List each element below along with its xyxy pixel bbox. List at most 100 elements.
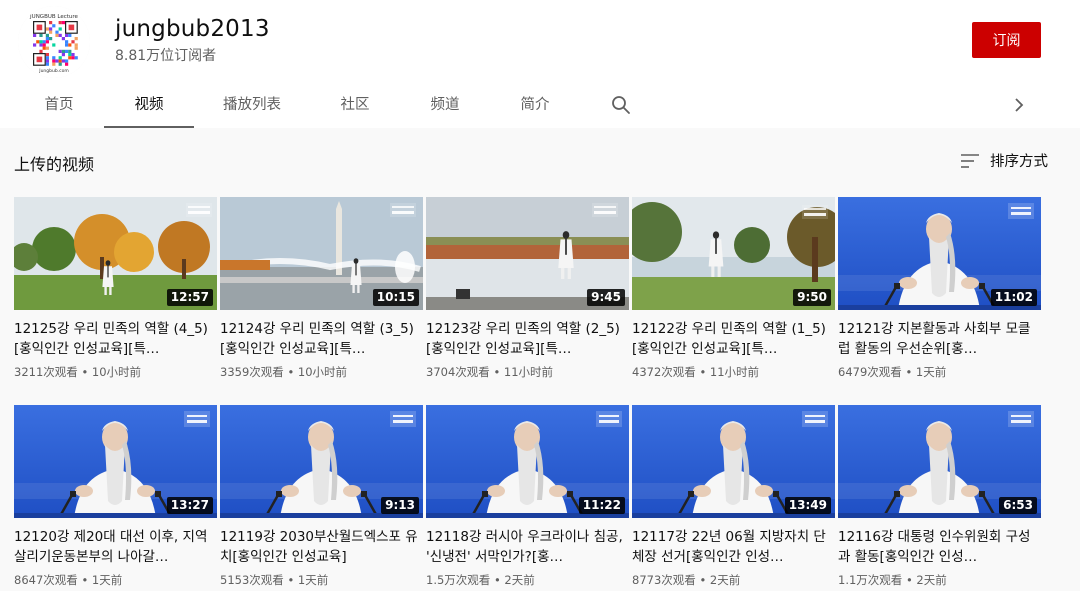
- channel-name: jungbub2013: [115, 16, 270, 42]
- meta-separator: •: [905, 365, 916, 379]
- meta-separator: •: [493, 573, 505, 587]
- video-title[interactable]: 12121강 지본활동과 사회부 모클럽 활동의 우선순위[홍…: [838, 319, 1041, 359]
- qr-logo-icon: JUNGBUB Lecture Jungbub.com: [18, 6, 90, 78]
- video-thumbnail[interactable]: 13:27: [14, 405, 217, 518]
- video-card[interactable]: 6:53 12116강 대통령 인수위원회 구성과 활동[홍익인간 인성… 1.…: [838, 405, 1041, 588]
- sort-label: 排序方式: [990, 154, 1048, 170]
- video-thumbnail[interactable]: 9:45: [426, 197, 629, 310]
- video-title[interactable]: 12125강 우리 민족의 역할 (4_5)[홍익인간 인성교육][특…: [14, 319, 217, 359]
- meta-separator: •: [699, 573, 710, 587]
- video-meta: 4372次观看 • 11小时前: [632, 364, 835, 380]
- video-title[interactable]: 12123강 우리 민족의 역할 (2_5)[홍익인간 인성교육][특…: [426, 319, 629, 359]
- channel-header: JUNGBUB Lecture Jungbub.com jungbub2013 …: [0, 0, 1080, 128]
- meta-separator: •: [905, 573, 917, 587]
- video-meta: 8773次观看 • 2天前: [632, 572, 835, 588]
- video-age: 11小时前: [503, 365, 554, 379]
- video-views: 8773次观看: [632, 573, 696, 587]
- video-meta: 1.5万次观看 • 2天前: [426, 572, 629, 588]
- channel-avatar[interactable]: JUNGBUB Lecture Jungbub.com: [18, 6, 90, 78]
- video-views: 5153次观看: [220, 573, 284, 587]
- video-age: 10小时前: [91, 365, 142, 379]
- video-card[interactable]: 13:27 12120강 제20대 대선 이후, 지역살리기운동본부의 나아갈……: [14, 405, 217, 588]
- subscriber-count: 8.81万位订阅者: [115, 48, 217, 64]
- channel-tabs: 首页 视频 播放列表 社区 频道 简介: [0, 84, 1080, 128]
- chevron-right-icon[interactable]: [1010, 95, 1028, 115]
- video-views: 3704次观看: [426, 365, 490, 379]
- video-views: 1.5万次观看: [426, 573, 491, 587]
- video-duration: 9:13: [381, 497, 419, 514]
- sort-button[interactable]: 排序方式: [960, 150, 1048, 171]
- video-duration: 6:53: [999, 497, 1037, 514]
- video-duration: 10:15: [372, 289, 419, 306]
- video-thumbnail[interactable]: 11:02: [838, 197, 1041, 310]
- video-age: 1天前: [915, 365, 947, 379]
- video-duration: 13:27: [166, 497, 213, 514]
- video-views: 4372次观看: [632, 365, 696, 379]
- video-views: 1.1万次观看: [838, 573, 903, 587]
- video-meta: 3211次观看 • 10小时前: [14, 364, 217, 380]
- meta-separator: •: [699, 365, 710, 379]
- video-meta: 5153次观看 • 1天前: [220, 572, 423, 588]
- meta-separator: •: [287, 365, 298, 379]
- video-card[interactable]: 9:45 12123강 우리 민족의 역할 (2_5)[홍익인간 인성교육][특…: [426, 197, 629, 380]
- video-age: 1天前: [91, 573, 123, 587]
- video-views: 6479次观看: [838, 365, 902, 379]
- section-title: 上传的视频: [14, 155, 95, 174]
- video-card[interactable]: 11:22 12118강 러시아 우크라이나 침공, '신냉전' 서막인가?[홍…: [426, 405, 629, 588]
- video-thumbnail[interactable]: 9:13: [220, 405, 423, 518]
- video-views: 3211次观看: [14, 365, 78, 379]
- video-age: 2天前: [916, 573, 947, 587]
- video-thumbnail[interactable]: 10:15: [220, 197, 423, 310]
- meta-separator: •: [493, 365, 504, 379]
- video-card[interactable]: 10:15 12124강 우리 민족의 역할 (3_5)[홍익인간 인성교육][…: [220, 197, 423, 380]
- video-title[interactable]: 12118강 러시아 우크라이나 침공, '신냉전' 서막인가?[홍…: [426, 527, 629, 567]
- video-age: 2天前: [709, 573, 741, 587]
- video-age: 1天前: [297, 573, 329, 587]
- video-title[interactable]: 12122강 우리 민족의 역할 (1_5)[홍익인간 인성교육][특…: [632, 319, 835, 359]
- meta-separator: •: [81, 573, 92, 587]
- video-duration: 13:49: [784, 497, 831, 514]
- video-title[interactable]: 12120강 제20대 대선 이후, 지역살리기운동본부의 나아갈…: [14, 527, 217, 567]
- video-title[interactable]: 12124강 우리 민족의 역할 (3_5)[홍익인간 인성교육][특…: [220, 319, 423, 359]
- tab-videos[interactable]: 视频: [104, 84, 194, 128]
- meta-separator: •: [287, 573, 298, 587]
- video-thumbnail[interactable]: 6:53: [838, 405, 1041, 518]
- video-age: 11小时前: [709, 365, 760, 379]
- video-title[interactable]: 12119강 2030부산월드엑스포 유치[홍익인간 인성교육]: [220, 527, 423, 567]
- video-title[interactable]: 12117강 22년 06월 지방자치 단체장 선거[홍익인간 인성…: [632, 527, 835, 567]
- tab-channels[interactable]: 频道: [416, 84, 474, 126]
- video-meta: 8647次观看 • 1天前: [14, 572, 217, 588]
- logo-text-top: JUNGBUB Lecture: [29, 14, 79, 20]
- video-card[interactable]: 9:13 12119강 2030부산월드엑스포 유치[홍익인간 인성교육] 51…: [220, 405, 423, 588]
- logo-text-bottom: Jungbub.com: [38, 68, 69, 74]
- video-age: 2天前: [504, 573, 535, 587]
- tab-community[interactable]: 社区: [326, 84, 384, 126]
- tab-home[interactable]: 首页: [30, 84, 88, 126]
- meta-separator: •: [81, 365, 92, 379]
- video-duration: 12:57: [166, 289, 213, 306]
- video-title[interactable]: 12116강 대통령 인수위원회 구성과 활동[홍익인간 인성…: [838, 527, 1041, 567]
- subscribe-button[interactable]: 订阅: [972, 22, 1041, 58]
- video-age: 10小时前: [297, 365, 348, 379]
- video-meta: 1.1万次观看 • 2天前: [838, 572, 1041, 588]
- video-thumbnail[interactable]: 12:57: [14, 197, 217, 310]
- tab-about[interactable]: 简介: [506, 84, 564, 126]
- video-views: 3359次观看: [220, 365, 284, 379]
- tab-playlists[interactable]: 播放列表: [210, 84, 294, 126]
- search-icon[interactable]: [611, 95, 631, 115]
- video-duration: 11:02: [990, 289, 1037, 306]
- video-card[interactable]: 12:57 12125강 우리 민족의 역할 (4_5)[홍익인간 인성교육][…: [14, 197, 217, 380]
- video-meta: 6479次观看 • 1天前: [838, 364, 1041, 380]
- video-thumbnail[interactable]: 11:22: [426, 405, 629, 518]
- video-views: 8647次观看: [14, 573, 78, 587]
- video-card[interactable]: 11:02 12121강 지본활동과 사회부 모클럽 활동의 우선순위[홍… 6…: [838, 197, 1041, 380]
- video-duration: 9:50: [793, 289, 831, 306]
- video-thumbnail[interactable]: 9:50: [632, 197, 835, 310]
- video-card[interactable]: 13:49 12117강 22년 06월 지방자치 단체장 선거[홍익인간 인성…: [632, 405, 835, 588]
- video-meta: 3704次观看 • 11小时前: [426, 364, 629, 380]
- video-thumbnail[interactable]: 13:49: [632, 405, 835, 518]
- sort-icon: [961, 153, 979, 168]
- video-duration: 11:22: [578, 497, 625, 514]
- video-meta: 3359次观看 • 10小时前: [220, 364, 423, 380]
- video-card[interactable]: 9:50 12122강 우리 민족의 역할 (1_5)[홍익인간 인성교육][특…: [632, 197, 835, 380]
